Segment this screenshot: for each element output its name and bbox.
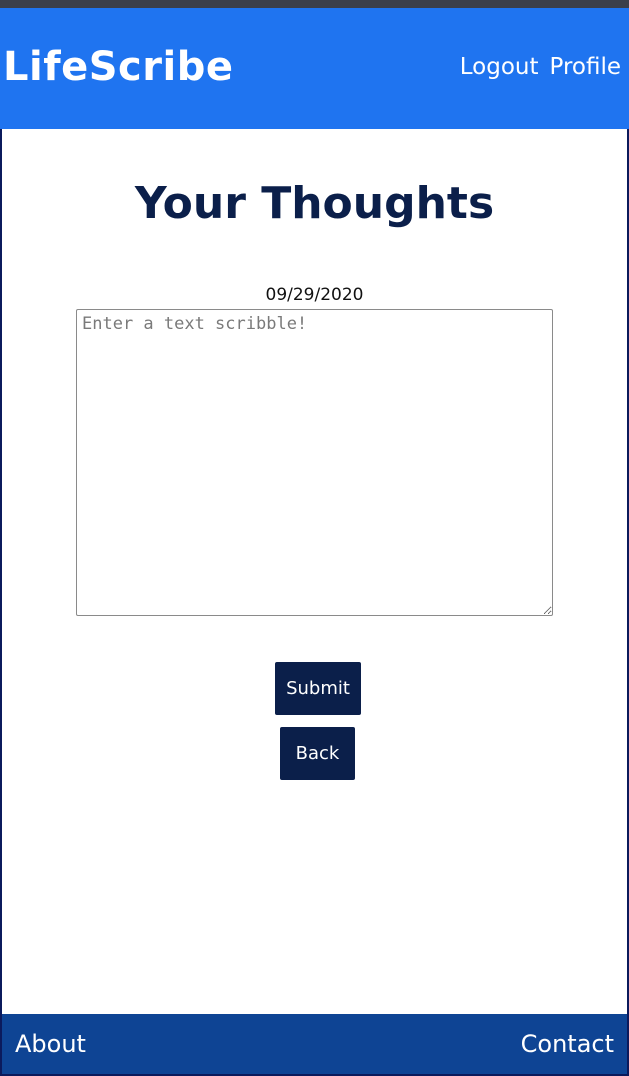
back-button[interactable]: Back [280,727,355,780]
contact-link[interactable]: Contact [521,1030,614,1058]
entry-date: 09/29/2020 [265,285,364,305]
site-footer: About Contact [0,1014,629,1076]
about-link[interactable]: About [15,1030,86,1058]
submit-button[interactable]: Submit [275,662,361,715]
page-title: Your Thoughts [134,178,495,229]
window-top-strip [0,0,629,8]
site-header: LifeScribe Logout Profile [0,8,629,129]
header-nav: Logout Profile [460,54,621,80]
profile-link[interactable]: Profile [549,54,621,80]
brand-logo[interactable]: LifeScribe [3,44,233,90]
logout-link[interactable]: Logout [460,54,539,80]
scribble-textarea[interactable] [76,309,553,616]
